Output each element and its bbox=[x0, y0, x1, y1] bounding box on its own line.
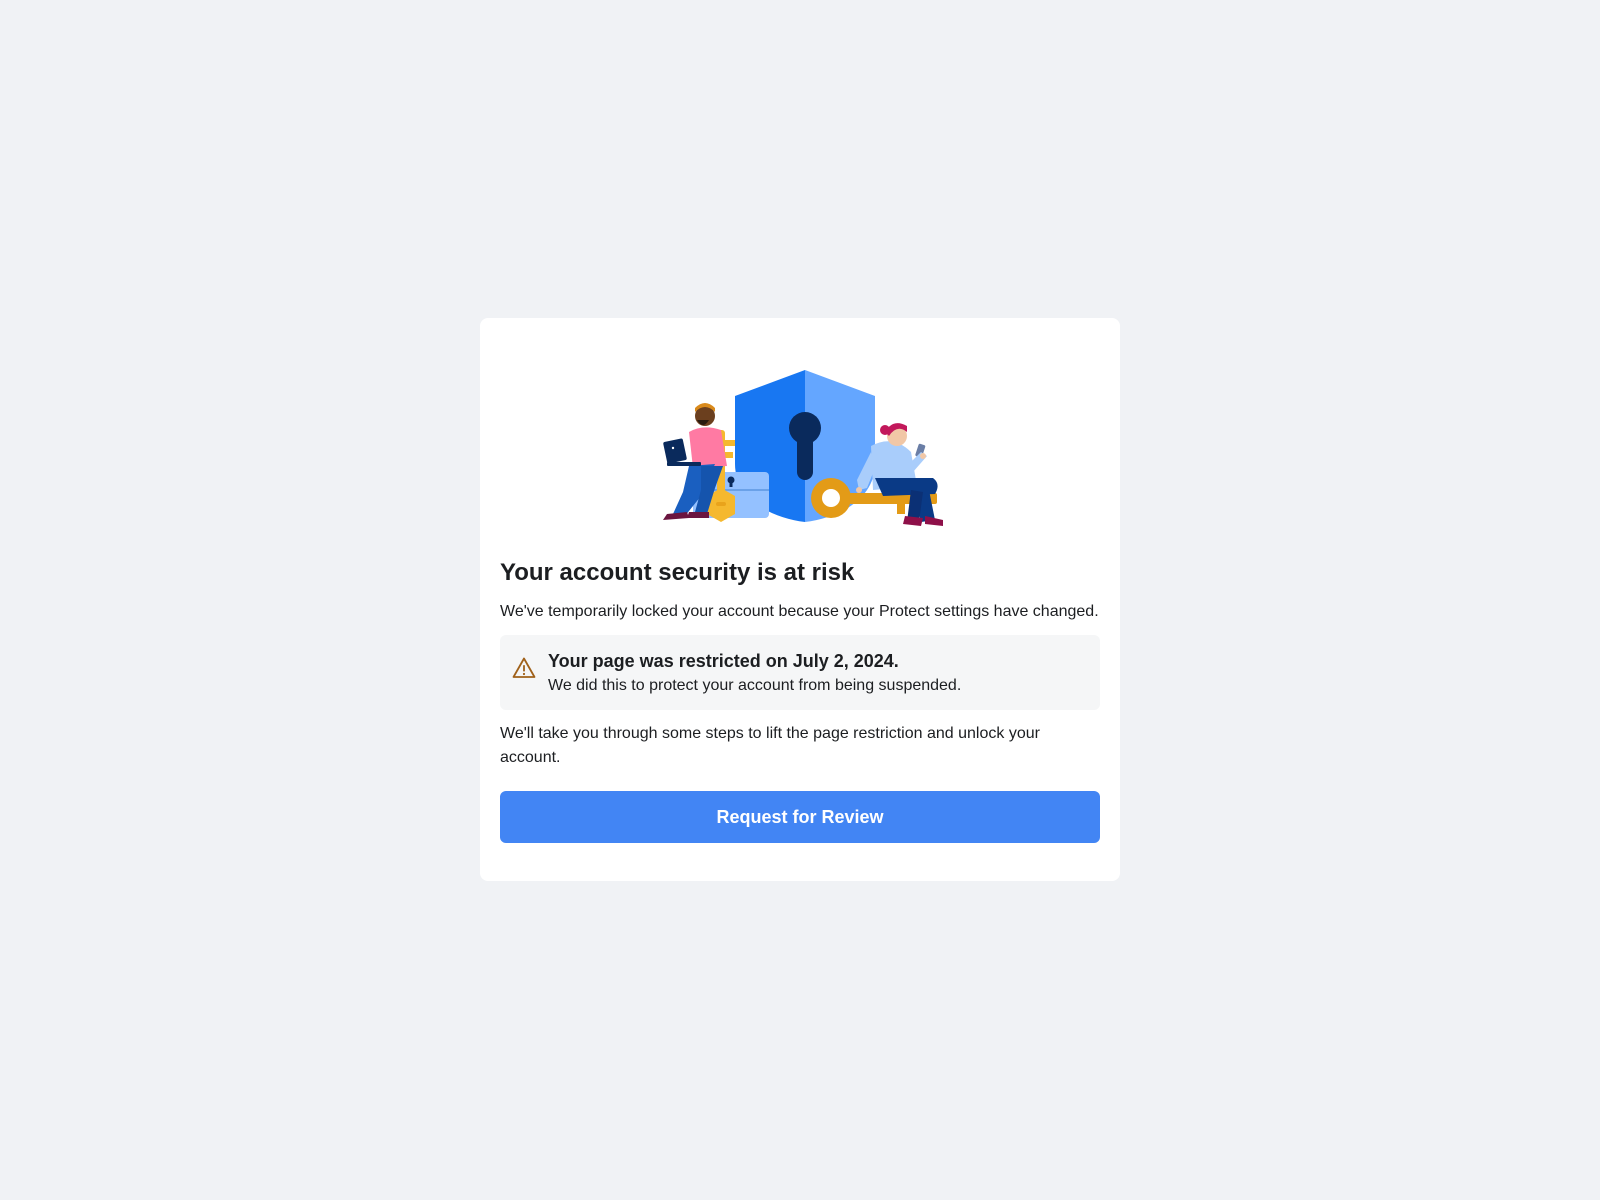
page-title: Your account security is at risk bbox=[500, 559, 855, 586]
request-review-button[interactable]: Request for Review bbox=[500, 791, 1100, 843]
notice-description: We did this to protect your account from… bbox=[548, 676, 962, 694]
account-security-illustration bbox=[663, 370, 943, 526]
hero bbox=[500, 318, 1100, 544]
notice-title: Your page was restricted on July 2, 2024… bbox=[548, 650, 899, 671]
notice-body: Your page was restricted on July 2, 2024… bbox=[548, 649, 961, 697]
steps-text: We'll take you through some steps to lif… bbox=[500, 725, 1040, 766]
warning-triangle-icon bbox=[512, 656, 536, 680]
restriction-notice: Your page was restricted on July 2, 2024… bbox=[500, 635, 1100, 710]
intro-text: We've temporarily locked your account be… bbox=[500, 603, 1099, 620]
security-card: Your account security is at risk We've t… bbox=[480, 318, 1120, 881]
